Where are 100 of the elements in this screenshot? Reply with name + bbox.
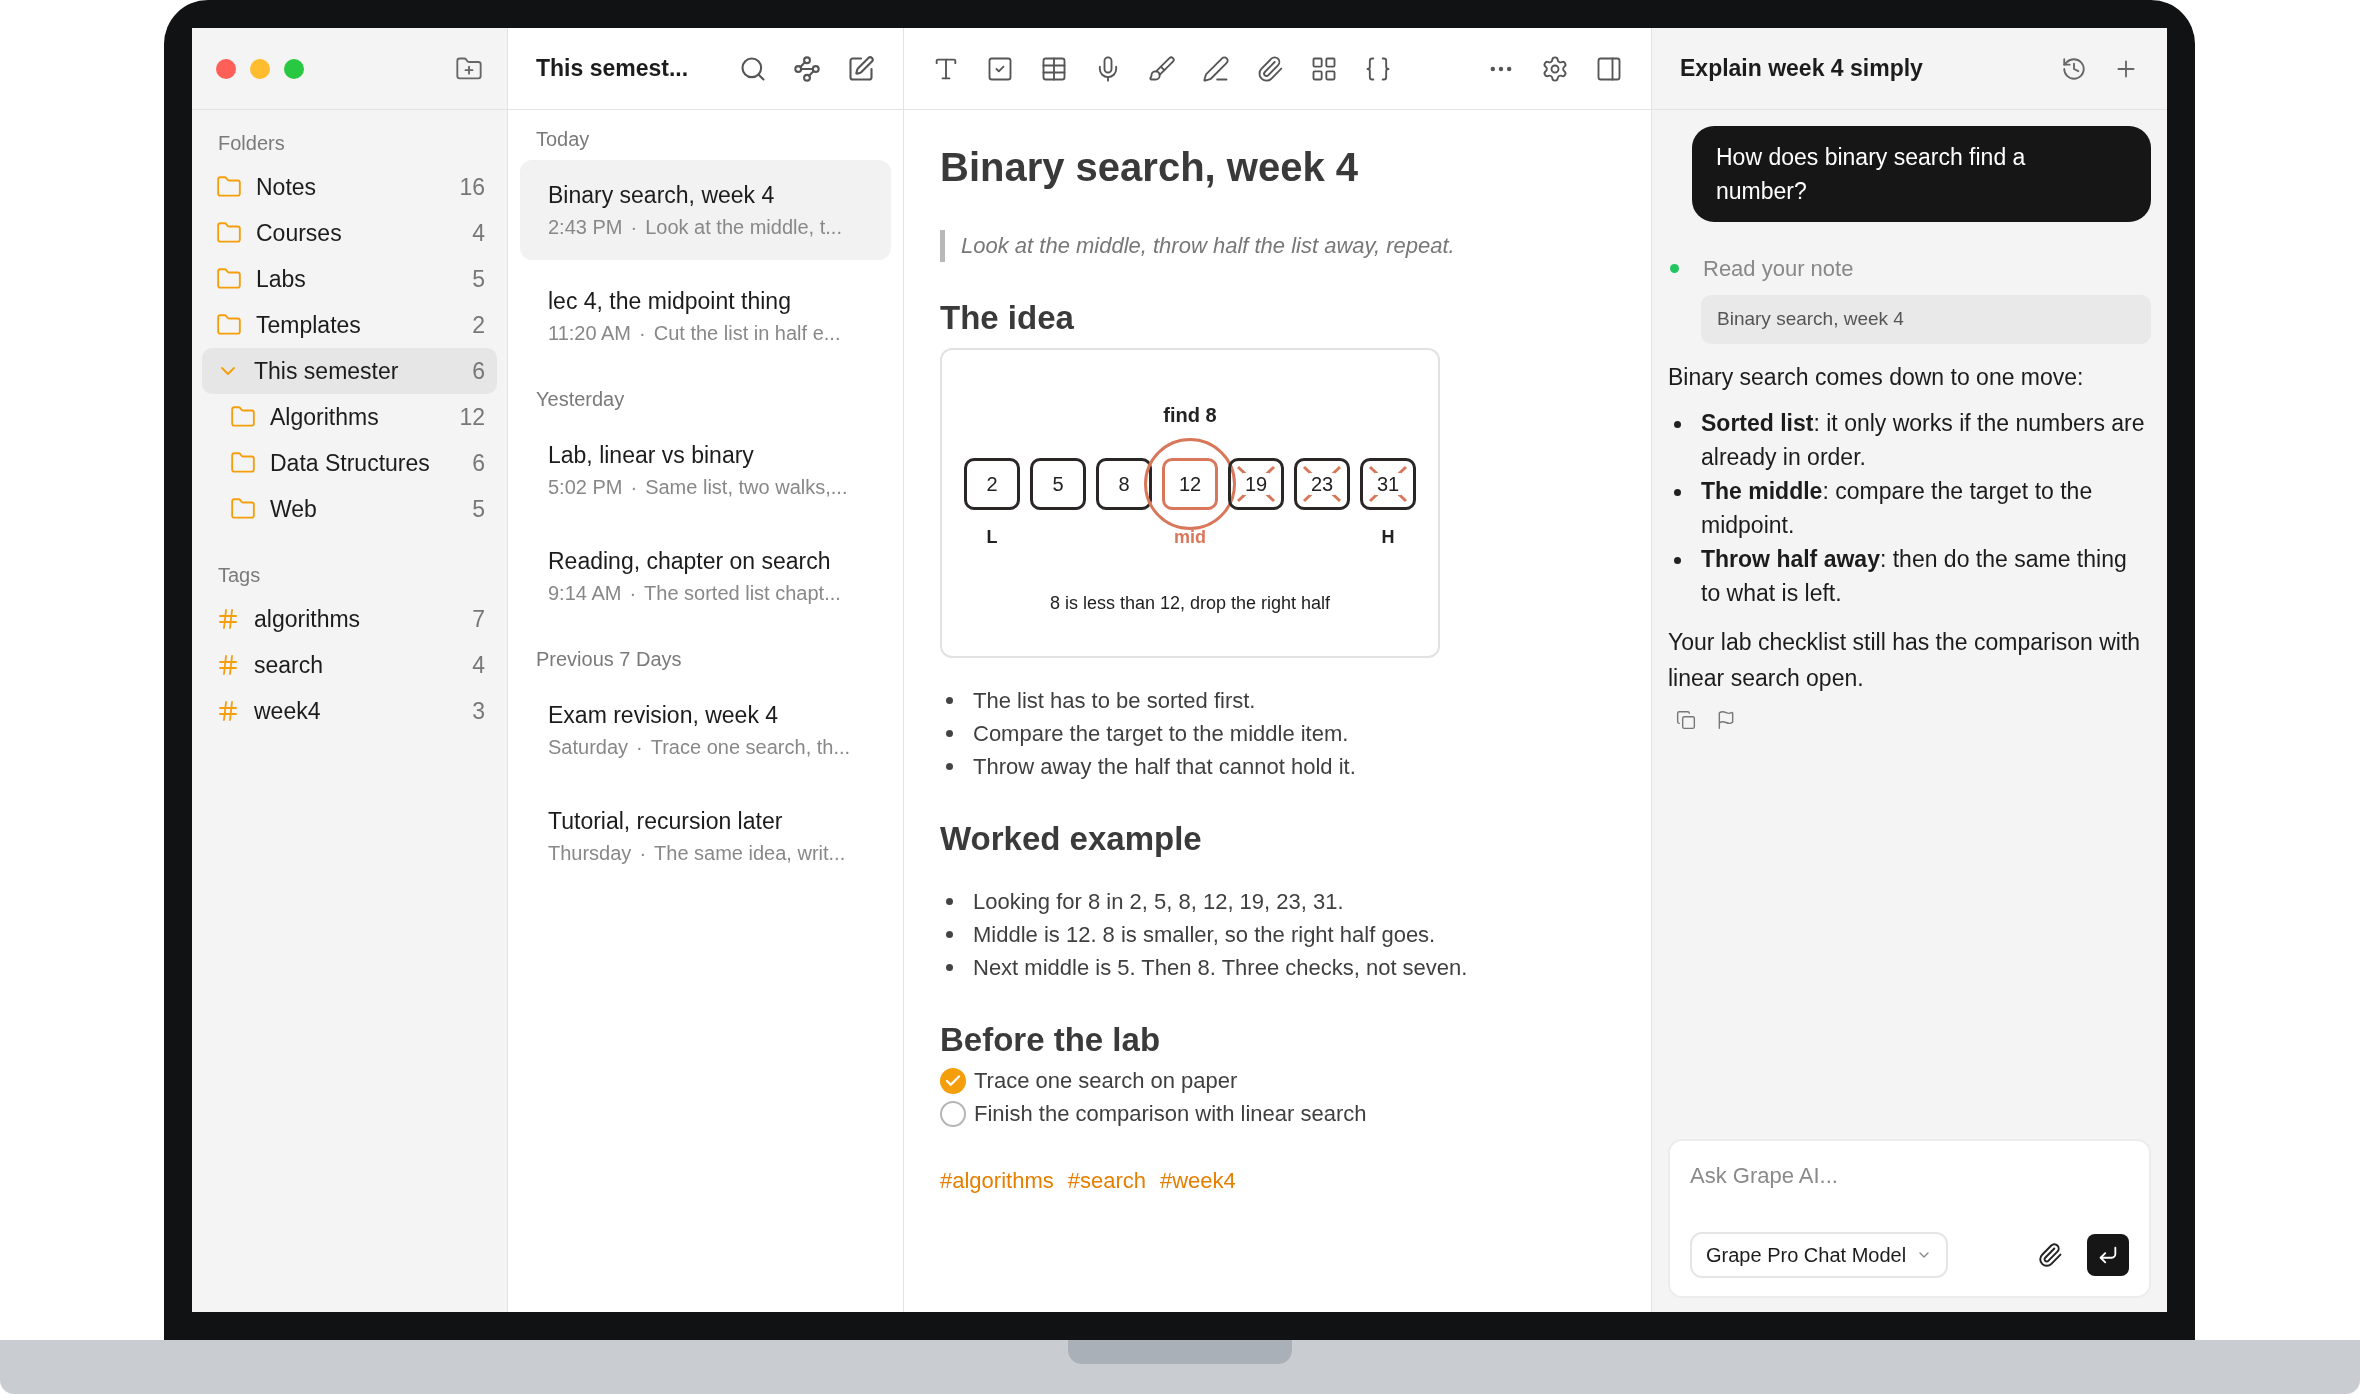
pen-icon[interactable] <box>1202 54 1230 83</box>
note-item[interactable]: Lab, linear vs binary 5:02 PM · Same list, two walks,... <box>520 420 891 520</box>
pointer-label: mid <box>1174 526 1206 548</box>
checkbox[interactable] <box>940 1067 966 1094</box>
tag-item[interactable]: algorithms 7 <box>202 596 497 642</box>
separator-icon: · <box>630 212 638 242</box>
cell-value: 2 <box>986 472 998 497</box>
paperclip-icon[interactable] <box>1256 54 1284 83</box>
item-count: 6 <box>472 448 485 478</box>
tag-item[interactable]: search 4 <box>202 642 497 688</box>
note-preview: Look at the middle, t... <box>645 215 842 240</box>
note-title: Exam revision, week 4 <box>548 701 780 730</box>
bullet-text: Compare the target to the middle item. <box>973 720 1349 748</box>
pointer-label: H <box>1381 526 1395 548</box>
note-preview: The same idea, writ... <box>654 841 846 866</box>
separator-icon: · <box>639 318 646 348</box>
section-heading: The idea <box>940 298 1075 338</box>
note-title: Tutorial, recursion later <box>548 807 784 836</box>
diagram-caption: 8 is less than 12, drop the right half <box>1049 592 1331 615</box>
item-count: 16 <box>459 172 485 202</box>
reply-point: The middle: compare the target to the midpoint. <box>1701 476 2094 540</box>
note-chip: Binary search, week 4 <box>1701 295 2151 344</box>
folder-icon <box>230 404 256 430</box>
bullet-icon <box>946 763 953 770</box>
send-button[interactable] <box>2087 1234 2129 1276</box>
folder-icon <box>230 496 256 522</box>
bullet-icon <box>1674 488 1681 496</box>
note-item[interactable]: lec 4, the midpoint thing 11:20 AM · Cut the list in half e... <box>520 266 891 366</box>
brush-icon[interactable] <box>1148 54 1176 83</box>
folder-item[interactable]: Templates 2 <box>202 302 497 348</box>
nodes-icon[interactable] <box>793 54 821 83</box>
note-item[interactable]: Reading, chapter on search 9:14 AM · The sorted list chapt... <box>520 526 891 626</box>
reply-point: Throw half away: then do the same thing to what is left. <box>1701 544 2128 608</box>
bullet-text: Looking for 8 in 2, 5, 8, 12, 19, 23, 31. <box>973 888 1344 916</box>
paperclip-icon[interactable] <box>2037 1242 2063 1268</box>
separator-icon: · <box>629 578 637 608</box>
chat-title: Explain week 4 simply <box>1680 54 1923 84</box>
bullet-icon <box>1674 556 1681 564</box>
folder-item[interactable]: Labs 5 <box>202 256 497 302</box>
flag-icon[interactable] <box>1716 709 1736 730</box>
compose-icon[interactable] <box>847 54 875 83</box>
note-item[interactable]: Binary search, week 4 2:43 PM · Look at the middle, t... <box>520 160 891 260</box>
cell-value: 19 <box>1242 473 1270 495</box>
item-label: Web <box>270 494 318 524</box>
cell-value: 5 <box>1052 472 1064 497</box>
separator-icon: · <box>639 838 647 868</box>
diagram-label: find 8 <box>1163 403 1217 428</box>
item-label: Templates <box>256 310 362 340</box>
note-title: Binary search, week 4 <box>548 181 776 210</box>
bullet-icon <box>946 730 953 737</box>
bullet-text: Next middle is 5. Then 8. Three checks, not seven. <box>973 954 1468 982</box>
note-preview: Trace one search, th... <box>650 735 851 760</box>
item-count: 4 <box>472 650 485 680</box>
note-item[interactable]: Tutorial, recursion later Thursday · The same idea, writ... <box>520 786 891 886</box>
bullet-icon <box>946 964 953 971</box>
section-heading: Before the lab <box>940 1020 1162 1060</box>
note-title: lec 4, the midpoint thing <box>548 287 792 316</box>
group-label: Today <box>535 127 591 152</box>
note-time: 2:43 PM <box>548 215 623 240</box>
bullet-icon <box>946 697 953 704</box>
note-time: 11:20 AM <box>548 321 632 346</box>
note-item[interactable]: Exam revision, week 4 Saturday · Trace one search, th... <box>520 680 891 780</box>
folder-icon <box>230 450 256 476</box>
history-icon[interactable] <box>2061 55 2087 82</box>
bullet-icon <box>946 898 953 905</box>
folder-icon <box>216 266 242 292</box>
item-count: 4 <box>472 218 485 248</box>
bullet-icon <box>1674 420 1681 428</box>
step-label: Read your note <box>1703 255 1854 283</box>
section-label: Folders <box>217 131 286 156</box>
hash-icon <box>216 653 240 677</box>
folder-item[interactable]: Web 5 <box>202 486 497 532</box>
checklist-text: Trace one search on paper <box>974 1067 1238 1095</box>
item-label: This semester <box>254 356 400 386</box>
tag-item[interactable]: week4 3 <box>202 688 497 734</box>
chat-input[interactable]: Ask Grape AI... <box>1690 1159 2129 1192</box>
quote-block: Look at the middle, throw half the list away, repeat. <box>940 230 1615 262</box>
folder-item[interactable]: Data Structures 6 <box>202 440 497 486</box>
checkbox[interactable] <box>940 1100 966 1127</box>
search-icon[interactable] <box>739 54 767 83</box>
model-select[interactable]: Grape Pro Chat Model <box>1690 1232 1949 1278</box>
section-label: Tags <box>217 563 262 588</box>
group-label: Yesterday <box>535 387 626 412</box>
item-count: 5 <box>472 264 485 294</box>
group-label: Previous 7 Days <box>535 647 683 672</box>
folder-item[interactable]: This semester 6 <box>202 348 497 394</box>
separator-icon: · <box>630 472 638 502</box>
folder-item[interactable]: Notes 16 <box>202 164 497 210</box>
note-preview: Same list, two walks,... <box>645 475 848 500</box>
enter-icon <box>2097 1244 2119 1266</box>
item-label: Notes <box>256 172 318 202</box>
bullet-text: Middle is 12. 8 is smaller, so the right half goes. <box>973 921 1436 949</box>
bullet-icon <box>946 931 953 938</box>
settings-icon[interactable] <box>1541 54 1569 83</box>
item-label: Data Structures <box>270 448 431 478</box>
close-window-icon[interactable] <box>216 58 236 79</box>
reply-point: Sorted list: it only works if the numbers are already in order. <box>1701 408 2146 472</box>
copy-icon[interactable] <box>1676 709 1696 730</box>
folder-item[interactable]: Algorithms 12 <box>202 394 497 440</box>
folder-item[interactable]: Courses 4 <box>202 210 497 256</box>
